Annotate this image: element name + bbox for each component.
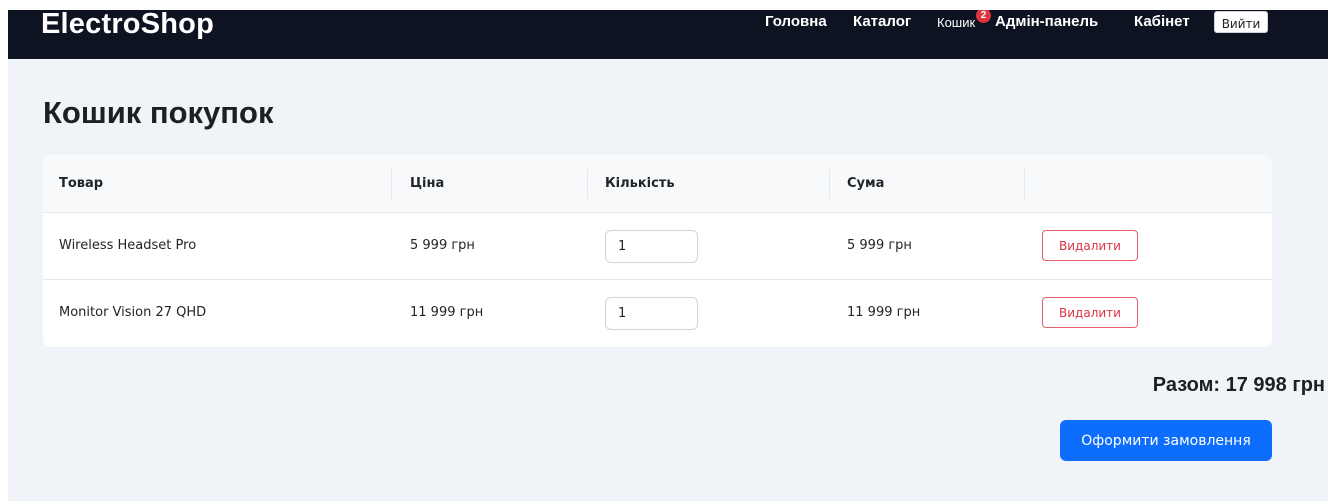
cell-product: Wireless Headset Pro xyxy=(59,238,197,253)
table-header: Товар Ціна Кількість Сума xyxy=(43,155,1272,213)
page: ElectroShop Головна Каталог Кошик 2 Адмі… xyxy=(8,10,1328,501)
column-header-product: Товар xyxy=(59,176,104,191)
quantity-input[interactable] xyxy=(605,297,698,330)
checkout-button[interactable]: Оформити замовлення xyxy=(1060,420,1272,461)
quantity-input[interactable] xyxy=(605,230,698,263)
remove-item-button[interactable]: Видалити xyxy=(1042,230,1138,261)
column-header-sum: Сума xyxy=(847,176,885,191)
top-navbar: ElectroShop Головна Каталог Кошик 2 Адмі… xyxy=(8,10,1328,59)
column-divider xyxy=(1024,169,1025,199)
column-divider xyxy=(587,169,588,199)
cell-product: Monitor Vision 27 QHD xyxy=(59,305,207,320)
table-row: Monitor Vision 27 QHD 11 999 грн 11 999 … xyxy=(43,280,1272,346)
cart-count-badge: 2 xyxy=(976,10,991,23)
table-row: Wireless Headset Pro 5 999 грн 5 999 грн… xyxy=(43,213,1272,280)
logout-button[interactable]: Вийти xyxy=(1214,11,1268,33)
nav-link-admin[interactable]: Адмін-панель xyxy=(995,12,1098,32)
cart-table: Товар Ціна Кількість Сума Wireless Heads… xyxy=(43,155,1272,347)
nav-link-home[interactable]: Головна xyxy=(765,12,827,32)
cell-sum: 11 999 грн xyxy=(847,305,921,320)
nav-link-cart[interactable]: Кошик xyxy=(937,13,975,33)
page-title: Кошик покупок xyxy=(43,95,274,130)
column-divider xyxy=(829,169,830,199)
column-header-quantity: Кількість xyxy=(605,176,675,191)
nav-link-cabinet[interactable]: Кабінет xyxy=(1134,12,1190,32)
column-divider xyxy=(391,169,392,199)
brand-logo[interactable]: ElectroShop xyxy=(41,10,214,39)
cell-price: 5 999 грн xyxy=(410,238,475,253)
remove-item-button[interactable]: Видалити xyxy=(1042,297,1138,328)
cell-price: 11 999 грн xyxy=(410,305,484,320)
column-header-price: Ціна xyxy=(410,176,445,191)
cell-sum: 5 999 грн xyxy=(847,238,912,253)
nav-link-catalog[interactable]: Каталог xyxy=(853,12,911,32)
cart-total: Разом: 17 998 грн xyxy=(1152,374,1325,396)
